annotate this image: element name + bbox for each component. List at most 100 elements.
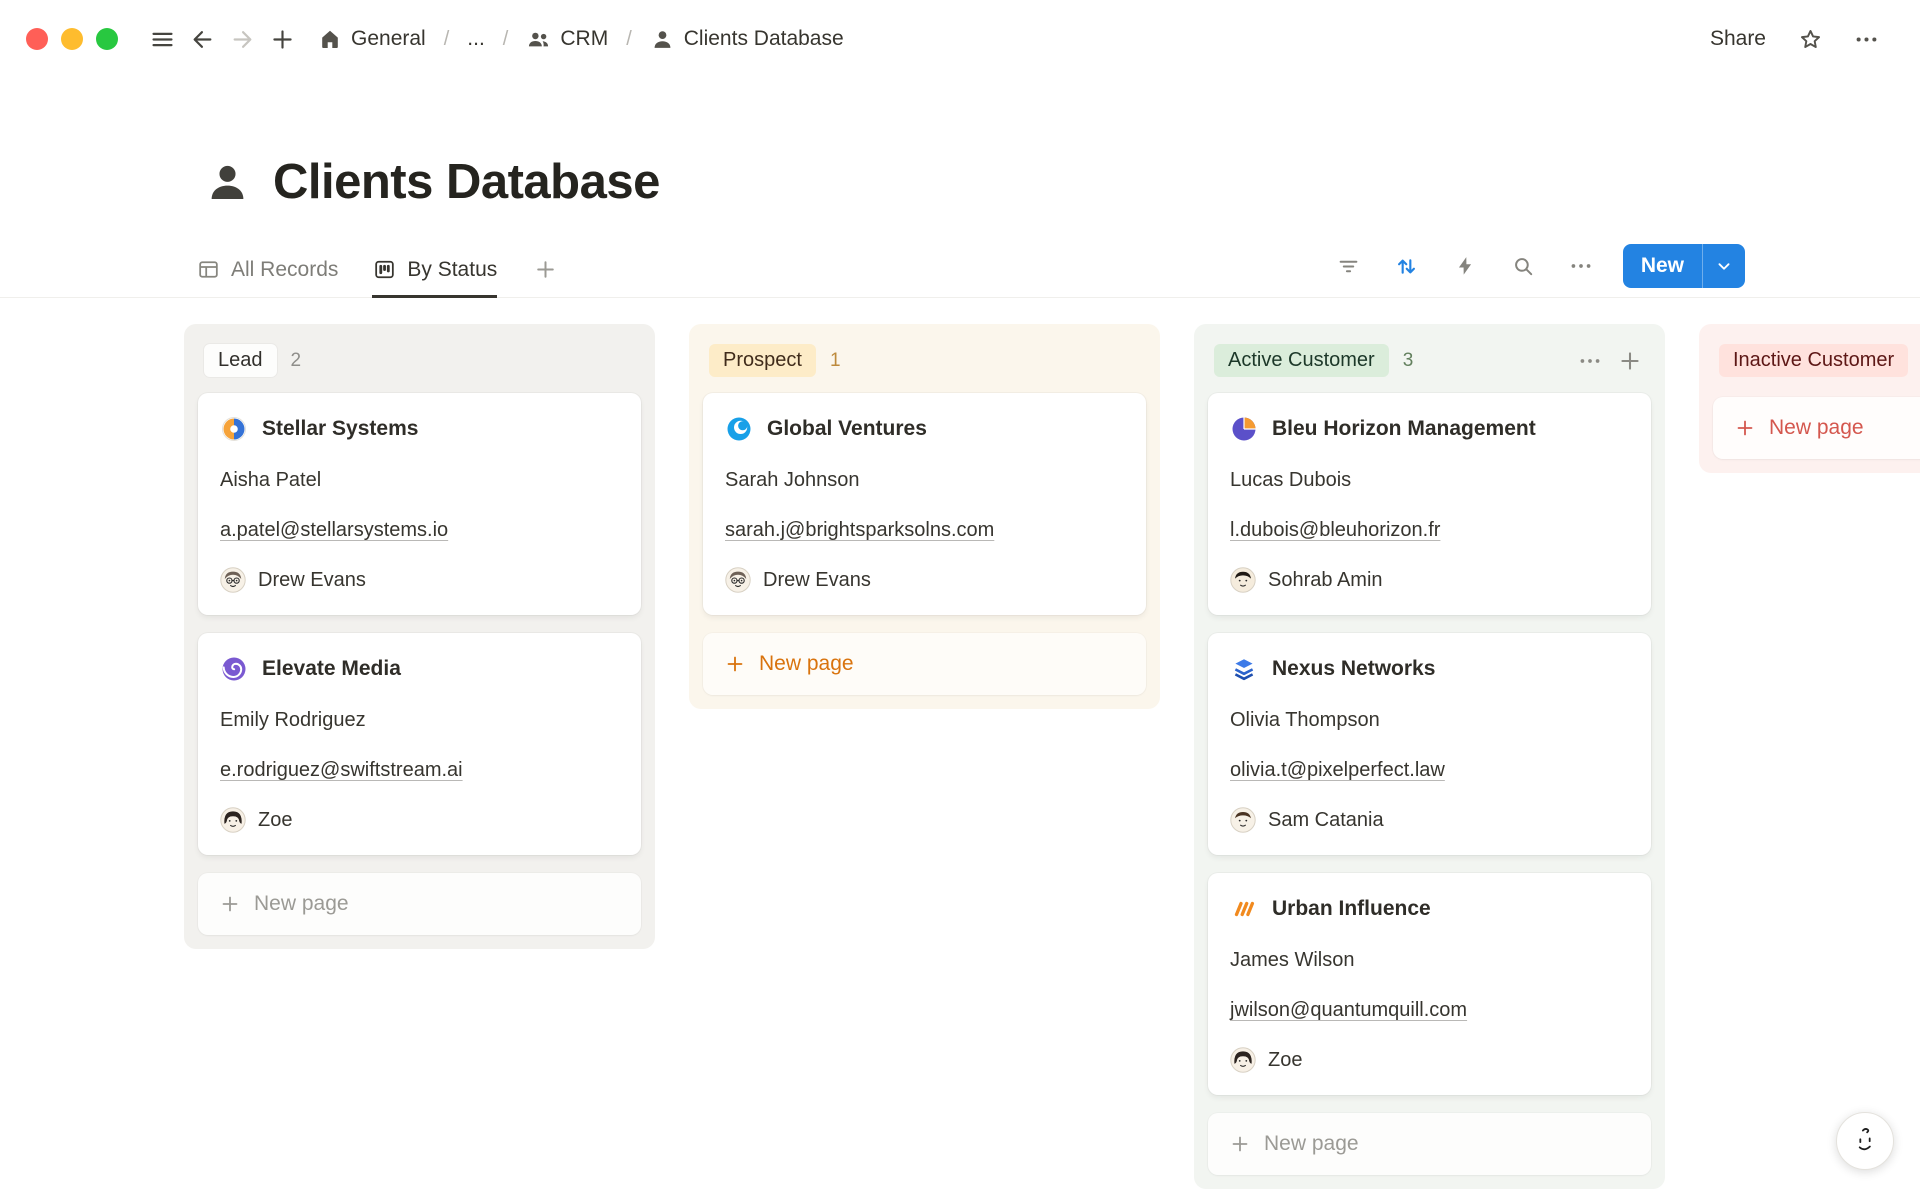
sort-button[interactable]: [1391, 250, 1423, 282]
owner-name: Drew Evans: [763, 567, 871, 593]
avatar-sam-catania: [1230, 807, 1256, 833]
owner-name: Drew Evans: [258, 567, 366, 593]
column-header-active-customer: Active Customer 3: [1208, 338, 1651, 393]
plus-icon: [1228, 1132, 1252, 1156]
share-button[interactable]: Share: [1702, 21, 1774, 57]
breadcrumb-label: ...: [467, 27, 485, 51]
breadcrumb-item-crm[interactable]: CRM: [520, 23, 614, 56]
window-more-button[interactable]: [1846, 19, 1886, 59]
urban-influence-icon: [1230, 895, 1258, 923]
search-icon: [1510, 253, 1536, 279]
group-count: 2: [291, 350, 302, 372]
close-window-button[interactable]: [26, 28, 48, 50]
new-page-button-lead[interactable]: New page: [198, 873, 641, 935]
automation-button[interactable]: [1449, 250, 1481, 282]
lightning-icon: [1452, 253, 1478, 279]
cursor-face-icon: [1848, 1124, 1882, 1158]
board-column-lead: Lead 2 Stellar Systems Aisha Patel a.pat…: [184, 324, 655, 949]
new-page-button-active-customer[interactable]: New page: [1208, 1113, 1651, 1175]
forward-button[interactable]: [222, 19, 262, 59]
column-header-lead: Lead 2: [198, 338, 641, 393]
board-column-prospect: Prospect 1 Global Ventures Sarah Johnson…: [689, 324, 1160, 709]
add-view-button[interactable]: [531, 257, 560, 297]
favorite-button[interactable]: [1790, 19, 1830, 59]
card-title: Nexus Networks: [1272, 657, 1435, 681]
page-title: Clients Database: [273, 154, 660, 210]
new-page-button-inactive-customer[interactable]: New page: [1713, 397, 1920, 459]
card-stellar-systems[interactable]: Stellar Systems Aisha Patel a.patel@stel…: [198, 393, 641, 615]
card-owner: Zoe: [220, 807, 619, 833]
back-button[interactable]: [182, 19, 222, 59]
tab-by-status[interactable]: By Status: [372, 257, 497, 298]
search-button[interactable]: [1507, 250, 1539, 282]
breadcrumb-item-clients-database[interactable]: Clients Database: [644, 23, 850, 56]
avatar-drew-evans: [220, 567, 246, 593]
card-bleu-horizon-management[interactable]: Bleu Horizon Management Lucas Dubois l.d…: [1208, 393, 1651, 615]
arrow-right-icon: [229, 26, 256, 53]
card-elevate-media[interactable]: Elevate Media Emily Rodriguez e.rodrigue…: [198, 633, 641, 855]
column-add-card-button[interactable]: [1615, 346, 1645, 376]
breadcrumb-label: Clients Database: [684, 27, 844, 51]
breadcrumb: General / ... / CRM / Clients Database: [312, 23, 850, 56]
card-owner: Zoe: [1230, 1047, 1629, 1073]
breadcrumb-label: CRM: [560, 27, 608, 51]
owner-name: Zoe: [258, 807, 292, 833]
group-pill-lead[interactable]: Lead: [204, 344, 277, 377]
chevron-down-icon: [1713, 255, 1735, 277]
card-email-link[interactable]: sarah.j@brightsparksolns.com: [725, 517, 1124, 543]
stellar-systems-icon: [220, 415, 248, 443]
card-contact: Olivia Thompson: [1230, 707, 1629, 733]
kanban-board: Lead 2 Stellar Systems Aisha Patel a.pat…: [0, 324, 1920, 1189]
sidebar-toggle-button[interactable]: [142, 19, 182, 59]
card-title: Bleu Horizon Management: [1272, 417, 1536, 441]
table-view-icon: [196, 257, 221, 282]
card-nexus-networks[interactable]: Nexus Networks Olivia Thompson olivia.t@…: [1208, 633, 1651, 855]
new-record-button[interactable]: New: [1623, 244, 1745, 288]
window-controls: [26, 28, 118, 50]
filter-button[interactable]: [1333, 250, 1365, 282]
ellipsis-icon: [1577, 348, 1603, 374]
owner-name: Zoe: [1268, 1047, 1302, 1073]
card-email-link[interactable]: l.dubois@bleuhorizon.fr: [1230, 517, 1629, 543]
global-ventures-icon: [725, 415, 753, 443]
card-email-link[interactable]: olivia.t@pixelperfect.law: [1230, 757, 1629, 783]
card-global-ventures[interactable]: Global Ventures Sarah Johnson sarah.j@br…: [703, 393, 1146, 615]
cursor-face-button[interactable]: [1836, 1112, 1894, 1170]
card-owner: Drew Evans: [220, 567, 619, 593]
new-page-button-prospect[interactable]: New page: [703, 633, 1146, 695]
card-owner: Sam Catania: [1230, 807, 1629, 833]
view-tabs: All Records By Status: [196, 257, 560, 297]
tab-all-records[interactable]: All Records: [196, 257, 338, 298]
new-button-dropdown[interactable]: [1702, 244, 1745, 288]
titlebar-actions: Share: [1702, 19, 1886, 59]
card-title: Elevate Media: [262, 657, 401, 681]
breadcrumb-item-general[interactable]: General: [312, 23, 432, 55]
nexus-networks-icon: [1230, 655, 1258, 683]
view-more-button[interactable]: [1565, 250, 1597, 282]
breadcrumb-separator: /: [503, 28, 509, 51]
plus-icon: [1617, 348, 1643, 374]
star-icon: [1797, 26, 1824, 53]
card-email-link[interactable]: a.patel@stellarsystems.io: [220, 517, 619, 543]
owner-name: Sam Catania: [1268, 807, 1384, 833]
avatar-zoe: [220, 807, 246, 833]
card-email-link[interactable]: e.rodriguez@swiftstream.ai: [220, 757, 619, 783]
card-owner: Sohrab Amin: [1230, 567, 1629, 593]
card-urban-influence[interactable]: Urban Influence James Wilson jwilson@qua…: [1208, 873, 1651, 1095]
column-header-prospect: Prospect 1: [703, 338, 1146, 393]
zoom-window-button[interactable]: [96, 28, 118, 50]
group-pill-active-customer[interactable]: Active Customer: [1214, 344, 1389, 377]
new-tab-button[interactable]: [262, 19, 302, 59]
breadcrumb-item-ellipsis[interactable]: ...: [461, 23, 491, 55]
column-more-button[interactable]: [1575, 346, 1605, 376]
breadcrumb-label: General: [351, 27, 426, 51]
group-pill-prospect[interactable]: Prospect: [709, 344, 816, 377]
avatar-zoe: [1230, 1047, 1256, 1073]
minimize-window-button[interactable]: [61, 28, 83, 50]
card-title: Urban Influence: [1272, 897, 1431, 921]
team-icon: [526, 27, 551, 52]
avatar-drew-evans: [725, 567, 751, 593]
group-count: 1: [830, 350, 841, 372]
card-email-link[interactable]: jwilson@quantumquill.com: [1230, 997, 1629, 1023]
group-pill-inactive-customer[interactable]: Inactive Customer: [1719, 344, 1908, 377]
